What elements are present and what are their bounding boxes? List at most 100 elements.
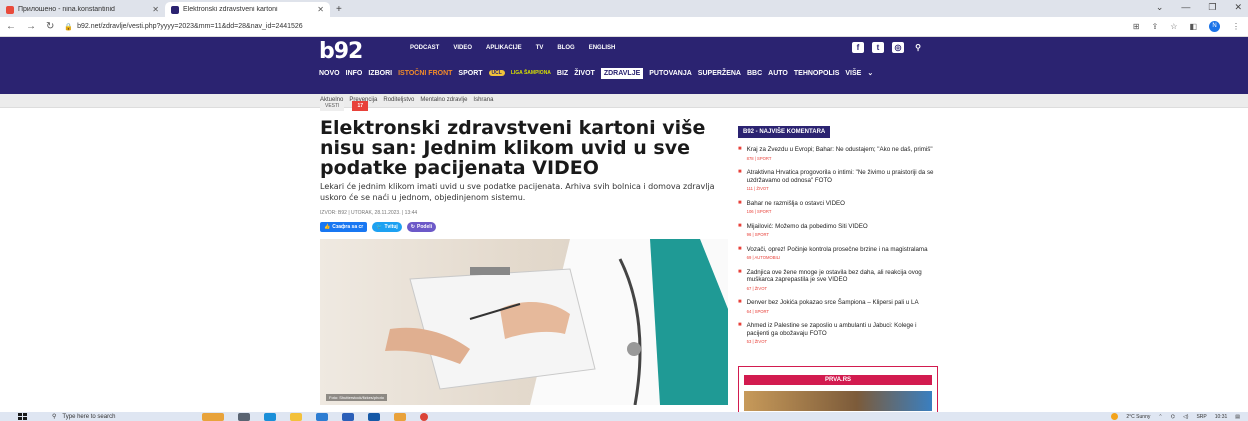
b92-logo[interactable]: b92 [319, 39, 363, 64]
list-item[interactable]: ■ Vozači, oprez! Počinje kontrola proseč… [738, 246, 938, 262]
nav-podcast[interactable]: PODCAST [410, 45, 439, 51]
prva-thumbnail[interactable] [744, 391, 932, 411]
podeli-button[interactable]: ↻ Podeli [406, 222, 437, 232]
comment-count-badge[interactable]: 17 [352, 101, 369, 111]
list-item[interactable]: ■ Bahar ne razmišlja o ostavci VIDEO 106 … [738, 200, 938, 216]
language-indicator[interactable]: SRP [1196, 414, 1206, 420]
new-tab-button[interactable]: + [330, 2, 348, 17]
nav-bbc[interactable]: BBC [747, 70, 762, 77]
outlook-icon[interactable] [368, 412, 380, 421]
list-item-title[interactable]: Denver bez Jokića pokazao srce Šampiona … [747, 299, 919, 307]
star-icon[interactable]: ☆ [1170, 22, 1177, 31]
nav-aplikacije[interactable]: APLIKACIJE [486, 45, 522, 51]
nav-biz[interactable]: BIZ [557, 70, 568, 77]
bullet-icon: ■ [738, 169, 742, 175]
nav-zdravlje[interactable]: ZDRAVLJE [600, 67, 644, 79]
prva-widget[interactable]: PRVA.RS [738, 366, 938, 413]
task-view-icon[interactable] [238, 412, 250, 421]
share-bar: 👍 Сзафrа sa cr 🐦 Tvituj ↻ Podeli [320, 222, 437, 232]
list-item[interactable]: ■ Denver bez Jokića pokazao srce Šampion… [738, 299, 938, 315]
list-item[interactable]: ■ Kraj za Zvezdu u Evropi; Bahar: Ne odu… [738, 146, 938, 162]
list-item-title[interactable]: Kraj za Zvezdu u Evropi; Bahar: Ne odust… [747, 146, 933, 154]
paint-icon[interactable] [394, 412, 406, 421]
nav-istocni-front[interactable]: ISTOČNI FRONT [398, 70, 452, 77]
taskbar-search[interactable]: ⚲ Type here to search [52, 413, 182, 421]
share-icon[interactable]: ⇪ [1152, 22, 1159, 31]
volume-icon[interactable]: ◁) [1183, 414, 1189, 420]
chrome-icon[interactable] [420, 412, 428, 421]
article-tags: VESTI 17 [320, 101, 369, 111]
list-item[interactable]: ■ Atraktivna Hrvatica progovorila o inti… [738, 169, 938, 193]
like-icon: 👍 [324, 224, 331, 230]
category-tag[interactable]: VESTI [320, 101, 345, 111]
bullet-icon: ■ [738, 299, 742, 305]
menu-icon[interactable]: ⋮ [1232, 22, 1240, 31]
file-explorer-icon[interactable] [290, 412, 302, 421]
minimize-icon[interactable]: — [1181, 2, 1190, 13]
nav-video[interactable]: VIDEO [453, 45, 472, 51]
nav-blog[interactable]: BLOG [557, 45, 574, 51]
twitter-share-button[interactable]: 🐦 Tvituj [372, 222, 402, 232]
subnav-mentalno-zdravlje[interactable]: Mentalno zdravlje [420, 97, 467, 103]
nav-info[interactable]: INFO [346, 70, 363, 77]
clock[interactable]: 10:31 [1215, 414, 1228, 420]
list-item-title[interactable]: Bahar ne razmišlja o ostavci VIDEO [747, 200, 845, 208]
sidepanel-icon[interactable]: ◧ [1189, 22, 1197, 31]
store-icon[interactable] [316, 412, 328, 421]
close-icon[interactable]: ✕ [152, 5, 159, 14]
widget-icon[interactable] [202, 412, 224, 421]
list-item[interactable]: ■ Zadnjica ove žene mnoge je ostavila be… [738, 269, 938, 293]
nav-novo[interactable]: NOVO [319, 70, 340, 77]
edge-icon[interactable] [264, 412, 276, 421]
network-icon[interactable]: ⌬ [1171, 414, 1175, 420]
avatar[interactable]: N [1209, 21, 1220, 32]
list-item[interactable]: ■ Ahmed iz Palestine se zaposlio u ambul… [738, 322, 938, 346]
close-icon[interactable]: ✕ [317, 5, 324, 14]
nav-zivot[interactable]: ŽIVOT [574, 70, 595, 77]
windows-start-icon[interactable] [18, 412, 28, 421]
twitter-icon[interactable]: t [872, 42, 884, 53]
list-item-title[interactable]: Vozači, oprez! Počinje kontrola prosečne… [747, 246, 928, 254]
share-icon: ↻ [410, 224, 415, 230]
list-item-title[interactable]: Mijailović: Možemo da pobedimo Siti VIDE… [747, 223, 868, 231]
nav-izbori[interactable]: IZBORI [368, 70, 392, 77]
back-icon[interactable]: ← [6, 21, 16, 32]
weather-text[interactable]: 2°C Sunny [1126, 414, 1150, 420]
list-item-title[interactable]: Zadnjica ove žene mnoge je ostavila bez … [747, 269, 938, 284]
article-photo[interactable]: Foto: Shutterstock/fizkes/photo [320, 239, 728, 405]
nav-liga-sampiona[interactable]: LIGA ŠAMPIONA [511, 70, 551, 76]
subnav-ishrana[interactable]: Ishrana [473, 97, 493, 103]
word-icon[interactable] [342, 412, 354, 421]
search-icon[interactable]: ⚲ [912, 42, 924, 53]
nav-auto[interactable]: AUTO [768, 70, 788, 77]
nav-superzena[interactable]: SUPERŽENA [698, 70, 741, 77]
nav-vise[interactable]: VIŠE [845, 70, 861, 77]
nav-tv[interactable]: TV [536, 45, 544, 51]
list-item[interactable]: ■ Mijailović: Možemo da pobedimo Siti VI… [738, 223, 938, 239]
maximize-icon[interactable]: ❐ [1208, 2, 1216, 13]
translate-icon[interactable]: ⊞ [1133, 22, 1140, 31]
system-tray: 2°C Sunny ⌃ ⌬ ◁) SRP 10:31 ▤ [1111, 412, 1240, 421]
list-item-title[interactable]: Ahmed iz Palestine se zaposlio u ambulan… [747, 322, 938, 337]
chevron-down-icon[interactable]: ⌄ [1156, 2, 1164, 13]
nav-putovanja[interactable]: PUTOVANJA [649, 70, 692, 77]
instagram-icon[interactable]: ◎ [892, 42, 904, 53]
reload-icon[interactable]: ↻ [46, 21, 54, 32]
facebook-icon[interactable]: f [852, 42, 864, 53]
notification-icon[interactable]: ▤ [1235, 414, 1240, 420]
nav-sport[interactable]: SPORT [458, 70, 482, 77]
bullet-icon: ■ [738, 146, 742, 152]
list-item-meta: 69 | AUTOMOBILI [746, 255, 781, 260]
list-item-title[interactable]: Atraktivna Hrvatica progovorila o intimi… [747, 169, 938, 184]
nav-tehnopolis[interactable]: TEHNOPOLIS [794, 70, 840, 77]
tab-1[interactable]: Прилошено - nina.konstantinid ✕ [0, 2, 165, 17]
most-commented-sidebar: B92 - NAJVIŠE KOMENTARA ■ Kraj za Zvezdu… [738, 120, 938, 353]
close-window-icon[interactable]: ✕ [1234, 2, 1242, 13]
subnav-roditeljstvo[interactable]: Roditeljstvo [383, 97, 414, 103]
facebook-share-button[interactable]: 👍 Сзафrа sa cr [320, 222, 368, 232]
chevron-up-icon[interactable]: ⌃ [1158, 414, 1162, 420]
tab-2[interactable]: Elektronski zdravstveni kartoni ✕ [165, 2, 330, 17]
url-field[interactable]: 🔒 b92.net/zdravlje/vesti.php?yyyy=2023&m… [64, 23, 302, 31]
nav-english[interactable]: ENGLISH [589, 45, 616, 51]
forward-icon[interactable]: → [26, 21, 36, 32]
